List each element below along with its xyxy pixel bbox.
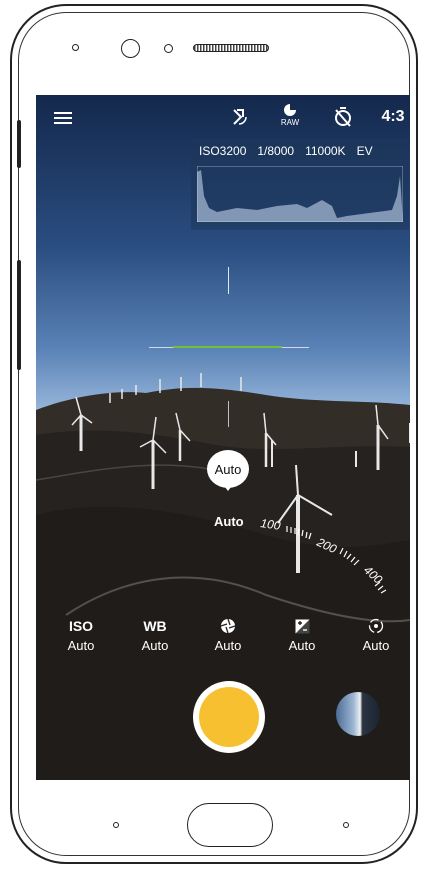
focus-guide-line bbox=[228, 267, 229, 294]
shutter-button[interactable] bbox=[199, 687, 259, 747]
param-value: Auto bbox=[362, 638, 390, 653]
dial-tick-label: 400 bbox=[361, 563, 385, 587]
camera-viewfinder[interactable]: RAW 4:3 ISO3200 1/8000 11000K EV Auto Au… bbox=[36, 95, 410, 780]
home-button bbox=[187, 803, 273, 847]
raw-toggle[interactable]: RAW bbox=[277, 103, 303, 133]
aperture-icon bbox=[198, 617, 258, 635]
dial-tick-label: 100 bbox=[260, 516, 282, 533]
iso-dial[interactable]: 100 200 400 bbox=[256, 505, 406, 615]
param-value: Auto bbox=[214, 638, 242, 653]
hamburger-menu-icon[interactable] bbox=[52, 107, 74, 129]
light-sensor bbox=[164, 44, 173, 53]
exposure-icon bbox=[272, 617, 332, 635]
histogram-panel: ISO3200 1/8000 11000K EV bbox=[191, 138, 409, 230]
param-wb[interactable]: WB Auto bbox=[125, 617, 185, 653]
param-value: Auto bbox=[67, 638, 95, 653]
back-key-dot bbox=[113, 822, 119, 828]
front-camera bbox=[121, 39, 140, 58]
param-exposure[interactable]: Auto bbox=[272, 617, 332, 653]
histogram-stats: ISO3200 1/8000 11000K EV bbox=[199, 144, 373, 158]
histogram-graph bbox=[197, 166, 403, 222]
raw-icon bbox=[284, 104, 296, 116]
focus-mode-icon bbox=[346, 617, 406, 635]
dial-ticks bbox=[286, 526, 387, 594]
param-label: ISO bbox=[68, 618, 94, 634]
horizon-level-indicator bbox=[173, 346, 282, 348]
rotate-icon[interactable] bbox=[228, 105, 250, 129]
volume-button bbox=[17, 120, 21, 168]
param-focus-mode[interactable]: Auto bbox=[346, 617, 406, 653]
iso-readout: ISO3200 bbox=[199, 144, 247, 158]
recent-key-dot bbox=[343, 822, 349, 828]
timer-off-icon[interactable] bbox=[332, 105, 354, 129]
gallery-thumbnail[interactable] bbox=[336, 692, 380, 736]
proximity-sensor bbox=[72, 44, 79, 51]
aspect-ratio-button[interactable]: 4:3 bbox=[378, 105, 408, 129]
earpiece-speaker bbox=[193, 44, 269, 52]
focus-bubble-pointer bbox=[222, 483, 234, 491]
focus-guide-line-lower bbox=[228, 401, 229, 427]
shutter-readout: 1/8000 bbox=[257, 144, 295, 158]
param-iso[interactable]: ISO Auto bbox=[51, 617, 111, 653]
raw-label: RAW bbox=[280, 118, 300, 127]
wb-readout: 11000K bbox=[305, 144, 346, 158]
param-value: Auto bbox=[141, 638, 169, 653]
ev-readout: EV bbox=[356, 144, 373, 158]
power-button bbox=[17, 260, 21, 370]
param-aperture[interactable]: Auto bbox=[198, 617, 258, 653]
dial-selected-value[interactable]: Auto bbox=[214, 514, 244, 529]
dial-tick-label: 200 bbox=[314, 535, 339, 557]
param-value: Auto bbox=[288, 638, 316, 653]
param-label: WB bbox=[143, 618, 167, 634]
